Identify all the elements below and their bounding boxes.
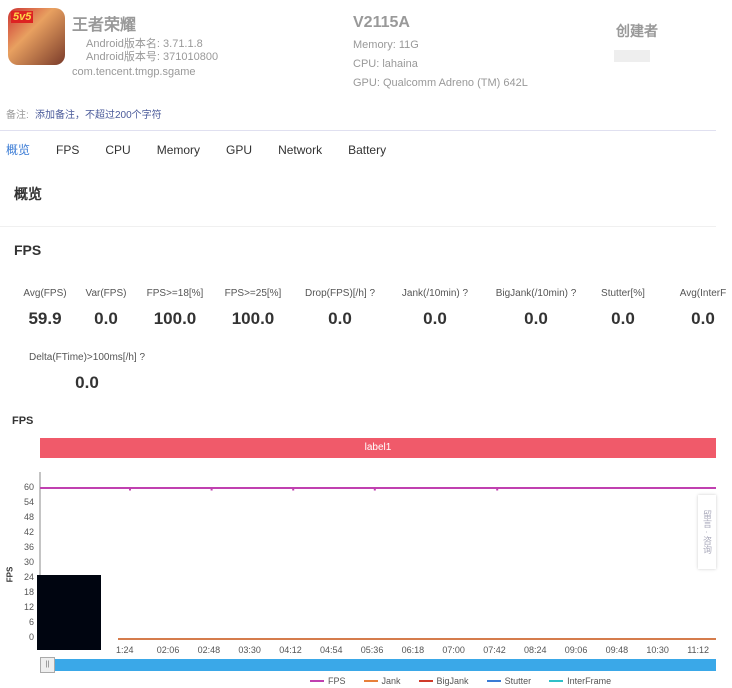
tab-bar: 概览 FPS CPU Memory GPU Network Battery <box>0 130 716 168</box>
legend-swatch <box>549 680 564 682</box>
legend-item-fps[interactable]: FPS <box>310 676 346 686</box>
legend-label: InterFrame <box>567 676 612 686</box>
tab-cpu[interactable]: CPU <box>105 143 130 157</box>
x-tick-label: 09:48 <box>605 645 629 655</box>
fps-section-title: FPS <box>14 242 42 258</box>
tab-gpu[interactable]: GPU <box>226 143 252 157</box>
legend-item-stutter[interactable]: Stutter <box>486 676 532 686</box>
x-tick-label: 02:48 <box>197 645 221 655</box>
feedback-widget[interactable]: 留言 · 咨询 <box>698 495 716 569</box>
metric-value: 0.0 <box>691 309 715 328</box>
x-tick-label: 04:54 <box>320 645 343 655</box>
note-label: 备注: <box>6 110 29 121</box>
x-tick-label: 08:24 <box>524 645 547 655</box>
legend-item-jank[interactable]: Jank <box>363 676 401 686</box>
app-icon: 5v5 <box>8 8 65 65</box>
legend-swatch <box>310 680 324 682</box>
overview-title: 概览 <box>14 186 42 202</box>
metric-label: Delta(FTime)>100ms[/h] ? <box>28 352 146 363</box>
legend-label: Stutter <box>504 676 532 686</box>
tab-概览[interactable]: 概览 <box>6 141 30 158</box>
version-code: Android版本号: 371010800 <box>86 51 219 63</box>
legend-swatch <box>418 680 433 682</box>
app-name: 王者荣耀 <box>72 17 137 34</box>
x-tick-label: 05:36 <box>360 645 384 655</box>
x-tick-label: 04:12 <box>279 645 302 655</box>
x-tick-label: 1:24 <box>116 645 134 655</box>
metric: Avg(InterF 0.0 <box>643 288 732 329</box>
x-tick-label: 10:30 <box>646 645 669 655</box>
device-memory: Memory: 11G <box>353 39 419 51</box>
device-model: V2115A <box>353 14 410 31</box>
zoom-slider[interactable] <box>40 659 716 671</box>
tab-battery[interactable]: Battery <box>348 143 386 157</box>
tab-network[interactable]: Network <box>278 143 322 157</box>
x-tick-label: 11:12 <box>687 645 710 655</box>
device-cpu: CPU: lahaina <box>353 58 418 70</box>
legend-item-interframe[interactable]: InterFrame <box>549 676 611 686</box>
legend-swatch <box>486 680 501 682</box>
creator-label: 创建者 <box>616 23 658 39</box>
x-tick-label: 09:06 <box>564 645 588 655</box>
tab-memory[interactable]: Memory <box>157 143 200 157</box>
chart-title: FPS <box>12 415 34 427</box>
legend-label: FPS <box>328 676 346 686</box>
legend-label: Jank <box>381 676 401 686</box>
tab-fps[interactable]: FPS <box>56 143 79 157</box>
metric-label: Avg(InterF <box>679 288 727 299</box>
slider-handle[interactable]: || <box>40 657 55 673</box>
x-tick-label: 02:06 <box>156 645 180 655</box>
x-tick-label: 06:18 <box>401 645 425 655</box>
label-band: label1 <box>40 438 716 458</box>
legend: FPS Jank BigJank Stutter InterFrame <box>310 676 611 686</box>
plot-area <box>39 472 716 640</box>
add-note-link[interactable]: 添加备注，不超过200个字符 <box>35 106 162 121</box>
metric-value: 0.0 <box>75 373 99 392</box>
x-tick-label: 03:30 <box>238 645 261 655</box>
device-gpu: GPU: Qualcomm Adreno (TM) 642L <box>353 77 528 89</box>
watermark-image <box>37 575 101 650</box>
legend-item-bigjank[interactable]: BigJank <box>418 676 469 686</box>
legend-label: BigJank <box>436 676 469 686</box>
x-tick-label: 07:00 <box>442 645 465 655</box>
x-tick-label: 07:42 <box>483 645 506 655</box>
metric: Delta(FTime)>100ms[/h] ? 0.0 <box>27 352 147 393</box>
creator-value <box>614 50 650 62</box>
divider <box>0 226 716 227</box>
legend-swatch <box>363 680 378 682</box>
package-name: com.tencent.tmgp.sgame <box>72 66 196 78</box>
